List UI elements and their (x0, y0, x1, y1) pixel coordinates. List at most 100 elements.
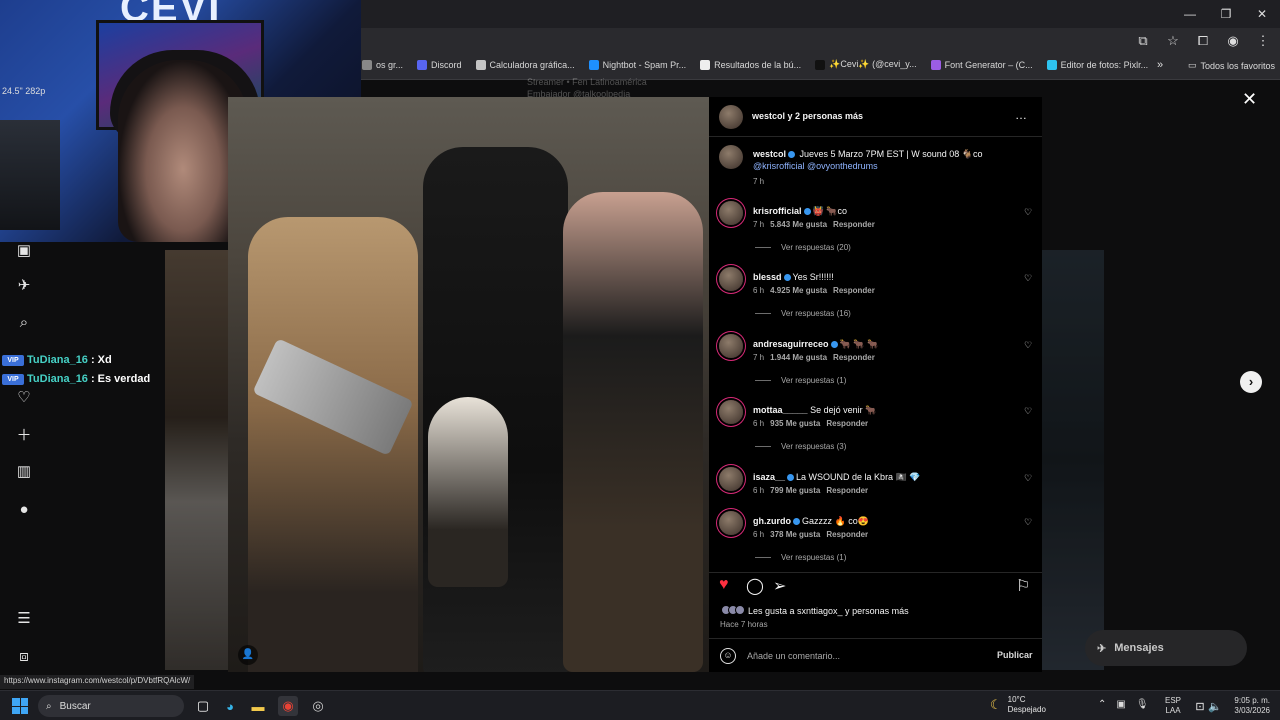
commenter-avatar[interactable] (719, 334, 743, 358)
like-heart-icon[interactable]: ♥ (719, 576, 729, 594)
author-avatar[interactable] (719, 105, 743, 129)
dashboard-icon[interactable]: ▥ (14, 461, 34, 481)
language-indicator[interactable]: ESP LAA (1165, 696, 1181, 716)
reply-button[interactable]: Responder (833, 353, 875, 362)
emoji-icon[interactable]: ☺ (720, 648, 736, 664)
file-explorer-icon[interactable]: ▬ (248, 696, 268, 716)
comment-like-heart-icon[interactable]: ♡ (1024, 340, 1032, 351)
comment-likes[interactable]: 799 Me gusta (770, 486, 820, 495)
comment-like-heart-icon[interactable]: ♡ (1024, 273, 1032, 284)
commenter-avatar[interactable] (719, 201, 743, 225)
comment-username[interactable]: andresaguirreceo (753, 339, 829, 349)
comment-username[interactable]: isaza__ (753, 472, 785, 482)
windows-start-icon[interactable] (12, 698, 28, 714)
view-replies-button[interactable]: Ver respuestas (3) (755, 442, 846, 451)
comment-like-heart-icon[interactable]: ♡ (1024, 406, 1032, 417)
bookmark-item[interactable]: Resultados de la bú... (700, 59, 801, 70)
messages-drawer-button[interactable]: ✈ Mensajes (1085, 630, 1247, 666)
menu-kebab-icon[interactable]: ⋮ (1254, 32, 1272, 50)
bookmark-favicon-icon (1046, 59, 1057, 70)
reply-button[interactable]: Responder (826, 530, 868, 539)
tagged-users-icon[interactable]: 👤 (238, 645, 258, 665)
volume-icon[interactable]: 🔈 (1205, 696, 1225, 716)
notifications-heart-icon[interactable]: ♡ (14, 387, 34, 407)
comment-username[interactable]: krisrofficial (753, 206, 802, 216)
search-icon[interactable]: ⌕ (14, 312, 34, 332)
next-post-chevron-icon[interactable]: › (1240, 371, 1262, 393)
bookmark-item[interactable]: Nightbot - Spam Pr... (588, 59, 686, 70)
bookmark-item[interactable]: ✨Cevi✨ (@cevi_y... (815, 59, 917, 70)
more-options-icon[interactable]: … (1015, 108, 1028, 122)
comment-likes[interactable]: 378 Me gusta (770, 530, 820, 539)
comment-username[interactable]: gh.zurdo (753, 516, 791, 526)
create-plus-icon[interactable]: ＋ (14, 424, 34, 444)
taskbar-search[interactable]: ⌕ Buscar (38, 695, 184, 717)
publish-button[interactable]: Publicar (997, 650, 1033, 660)
reply-button[interactable]: Responder (833, 220, 875, 229)
post-photo[interactable]: 👤 (228, 97, 709, 672)
also-from-meta-icon[interactable]: ⧈ (14, 646, 34, 666)
bookmark-item[interactable]: os gr... (362, 59, 403, 70)
bookmark-item[interactable]: Editor de fotos: Pixlr... (1046, 59, 1148, 70)
bookmark-item[interactable]: Font Generator – (C... (930, 59, 1033, 70)
edge-browser-icon[interactable]: ◕ (220, 696, 240, 716)
view-replies-button[interactable]: Ver respuestas (20) (755, 243, 851, 252)
bookmark-favicon-icon (815, 59, 826, 70)
comment-like-heart-icon[interactable]: ♡ (1024, 473, 1032, 484)
save-bookmark-icon[interactable]: ⚐ (1016, 576, 1030, 596)
comment-likes[interactable]: 935 Me gusta (770, 419, 820, 428)
folder-icon: ▭ (1188, 60, 1197, 70)
comment-like-heart-icon[interactable]: ♡ (1024, 207, 1032, 218)
comment-likes[interactable]: 5.843 Me gusta (770, 220, 827, 229)
likes-summary[interactable]: Les gusta a sxnttiagox_ y personas más (721, 605, 909, 617)
system-clock[interactable]: 9:05 p. m. 3/03/2026 (1226, 696, 1270, 716)
bookmarks-overflow-button[interactable]: » (1157, 59, 1163, 71)
restore-icon[interactable]: ❐ (1208, 0, 1244, 28)
view-replies-button[interactable]: Ver respuestas (16) (755, 309, 851, 318)
app-tray-icon[interactable]: ▣ (1116, 699, 1125, 710)
microphone-icon[interactable]: 🎙 (1136, 699, 1149, 710)
post-authors[interactable]: westcol y 2 personas más (752, 111, 863, 121)
caption-mentions[interactable]: @krisrofficial @ovyonthedrums (753, 161, 878, 171)
commenter-avatar[interactable] (719, 467, 743, 491)
comment-username[interactable]: blessd (753, 272, 782, 282)
profile-avatar[interactable]: ◉ (1224, 32, 1242, 50)
close-modal-icon[interactable]: ✕ (1242, 89, 1257, 110)
messages-icon[interactable]: ✈ (14, 275, 34, 295)
caption-username[interactable]: westcol (753, 149, 786, 159)
bookmark-item[interactable]: Discord (417, 59, 462, 70)
close-window-icon[interactable]: ✕ (1244, 0, 1280, 28)
commenter-avatar[interactable] (719, 511, 743, 535)
comment-username[interactable]: mottaa_____ (753, 405, 808, 415)
reels-icon[interactable]: ▣ (14, 240, 34, 260)
extensions-icon[interactable]: ⧠ (1194, 32, 1212, 50)
hamburger-menu-icon[interactable]: ☰ (14, 608, 34, 628)
comment-likes[interactable]: 4.925 Me gusta (770, 286, 827, 295)
reply-button[interactable]: Responder (833, 286, 875, 295)
comment-input[interactable] (747, 648, 977, 664)
caption-avatar[interactable] (719, 145, 743, 169)
comment-likes[interactable]: 1.944 Me gusta (770, 353, 827, 362)
profile-avatar-icon[interactable]: ● (14, 499, 34, 519)
comment-icon[interactable]: ◯ (746, 576, 764, 596)
view-replies-button[interactable]: Ver respuestas (1) (755, 376, 846, 385)
minimize-icon[interactable]: — (1172, 0, 1208, 28)
commenter-avatar[interactable] (719, 267, 743, 291)
task-view-icon[interactable]: ▢ (193, 696, 213, 716)
all-favorites-button[interactable]: ▭ Todos los favoritos (1188, 60, 1275, 71)
comment-body: Se dejó venir 🐂 (810, 405, 877, 415)
comment-like-heart-icon[interactable]: ♡ (1024, 517, 1032, 528)
reply-button[interactable]: Responder (826, 419, 868, 428)
chrome-icon[interactable]: ◉ (278, 696, 298, 716)
weather-widget[interactable]: ☾ 10°C Despejado (990, 695, 1046, 715)
view-replies-button[interactable]: Ver respuestas (1) (755, 553, 846, 562)
share-icon[interactable]: ➢ (773, 576, 786, 596)
chevron-up-icon[interactable]: ⌃ (1098, 699, 1106, 710)
chat-message: : Es verdad (90, 373, 151, 385)
obs-icon[interactable]: ◎ (308, 696, 328, 716)
cast-icon[interactable]: ⧉ (1134, 32, 1152, 50)
reply-button[interactable]: Responder (826, 486, 868, 495)
bookmark-star-icon[interactable]: ☆ (1164, 32, 1182, 50)
commenter-avatar[interactable] (719, 400, 743, 424)
bookmark-item[interactable]: Calculadora gráfica... (475, 59, 575, 70)
